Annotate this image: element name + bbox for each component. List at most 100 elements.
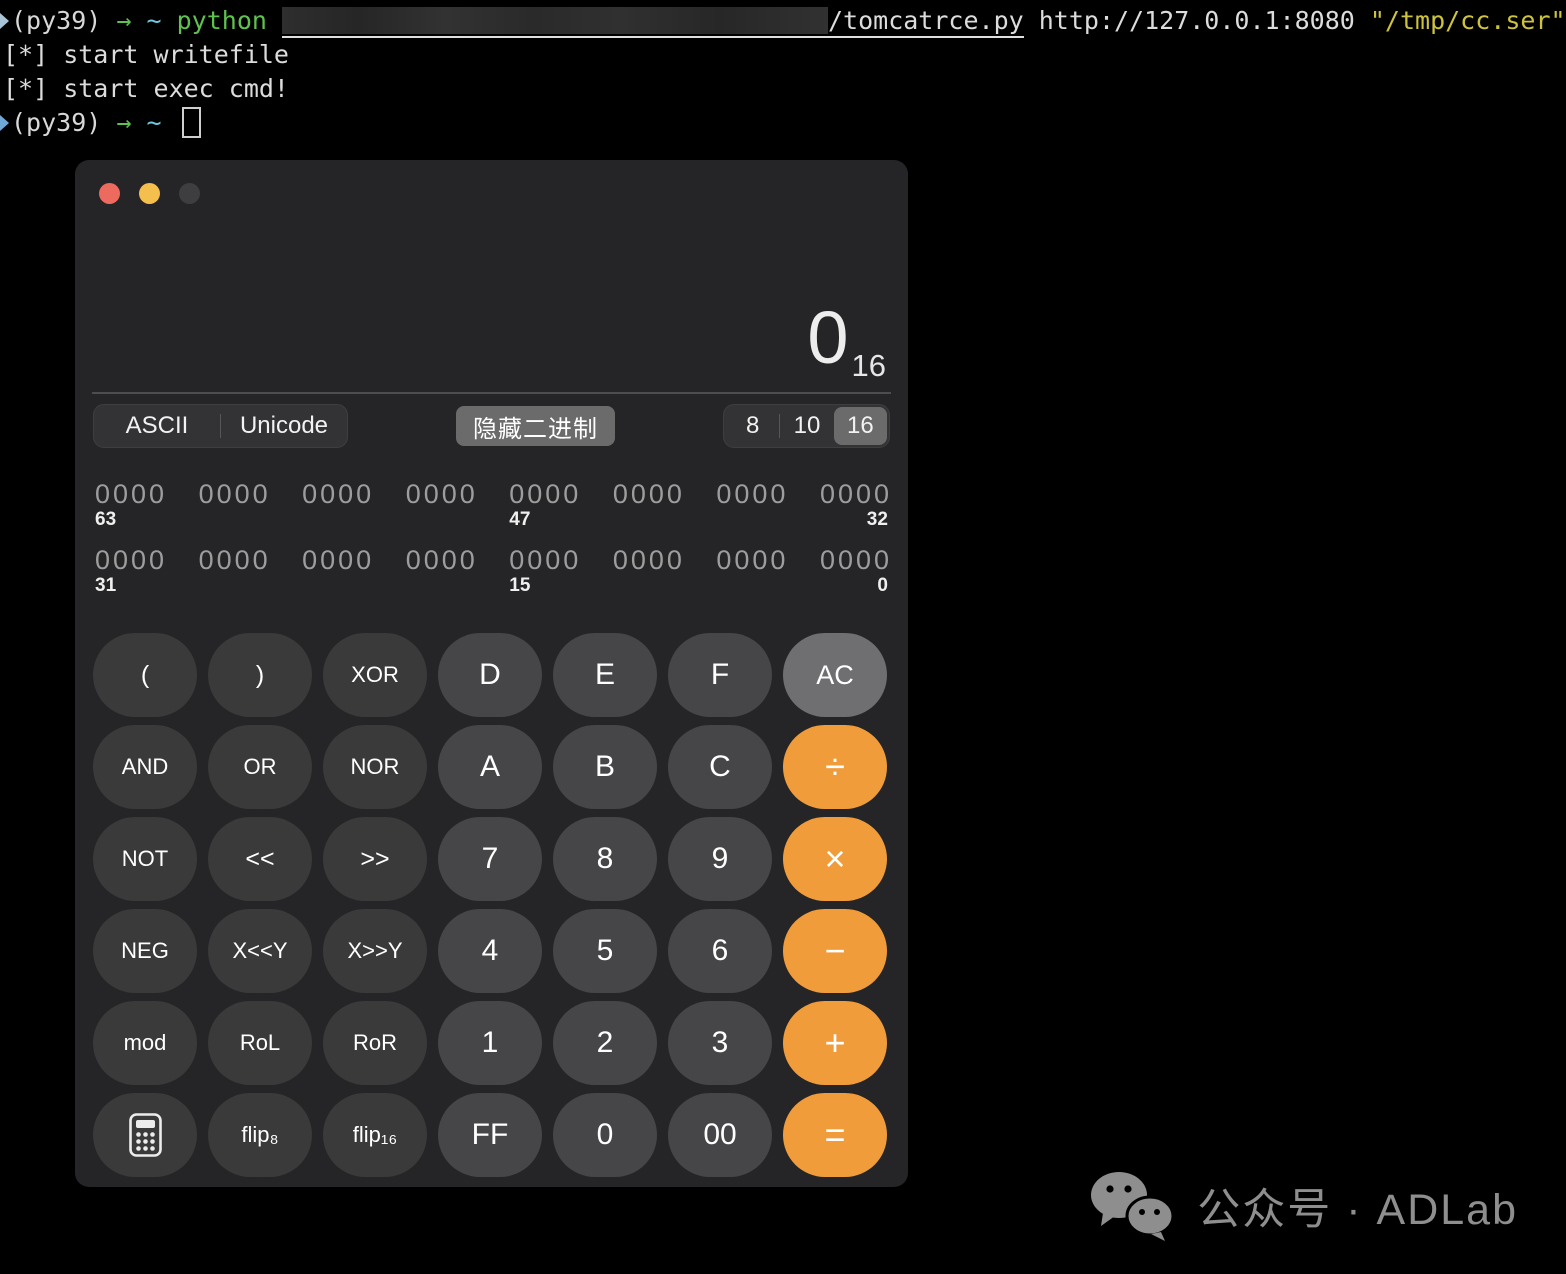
- key-mod[interactable]: mod: [93, 1001, 197, 1085]
- bit-index-label: [613, 509, 683, 533]
- key-shift-left[interactable]: <<: [208, 817, 312, 901]
- bit-digits[interactable]: 0000: [95, 546, 165, 574]
- bit-group: 0000: [302, 480, 372, 533]
- bit-index-label: [716, 509, 786, 533]
- key-4[interactable]: 4: [438, 909, 542, 993]
- base-10-button[interactable]: 10: [780, 412, 833, 440]
- key-rotate-left[interactable]: RoL: [208, 1001, 312, 1085]
- bit-index-label: [302, 575, 372, 599]
- key-all-clear[interactable]: AC: [783, 633, 887, 717]
- close-button[interactable]: [99, 183, 120, 204]
- key-6[interactable]: 6: [668, 909, 772, 993]
- key-hex-a[interactable]: A: [438, 725, 542, 809]
- bit-digits[interactable]: 0000: [302, 546, 372, 574]
- watermark-text: 公众号 · ADLab: [1197, 1186, 1518, 1234]
- bit-digits[interactable]: 0000: [95, 480, 165, 508]
- key-add[interactable]: +: [783, 1001, 887, 1085]
- bit-group: 0000: [406, 480, 476, 533]
- encoding-segment-control: ASCII Unicode: [93, 404, 348, 448]
- bit-digits[interactable]: 0000: [716, 546, 786, 574]
- minimize-button[interactable]: [139, 183, 160, 204]
- key-multiply[interactable]: ×: [783, 817, 887, 901]
- key-shift-right[interactable]: >>: [323, 817, 427, 901]
- bit-digits[interactable]: 0000: [199, 480, 269, 508]
- key-x-shift-right-y[interactable]: X>>Y: [323, 909, 427, 993]
- bit-group: 0000: [613, 546, 683, 599]
- bit-group: 0000: [613, 480, 683, 533]
- key-nor[interactable]: NOR: [323, 725, 427, 809]
- key-hex-b[interactable]: B: [553, 725, 657, 809]
- key-flip16[interactable]: flip₁₆: [323, 1093, 427, 1177]
- key-2[interactable]: 2: [553, 1001, 657, 1085]
- bit-digits[interactable]: 0000: [613, 546, 683, 574]
- base-segment-control: 8 10 16: [723, 404, 890, 448]
- key-ff[interactable]: FF: [438, 1093, 542, 1177]
- watermark: 公众号 · ADLab: [1089, 1170, 1518, 1242]
- bit-index-label: [302, 509, 372, 533]
- bit-group: 0000: [199, 546, 269, 599]
- bit-digits[interactable]: 0000: [716, 480, 786, 508]
- base-16-button-selected[interactable]: 16: [833, 407, 887, 445]
- unicode-button[interactable]: Unicode: [221, 412, 347, 440]
- key-00[interactable]: 00: [668, 1093, 772, 1177]
- key-open-paren[interactable]: (: [93, 633, 197, 717]
- bit-group: 0000 63: [95, 480, 165, 533]
- prompt-arrow-fragment-icon: [0, 115, 9, 131]
- bit-digits[interactable]: 0000: [820, 546, 890, 574]
- prompt-arrow-fragment-icon: [0, 13, 9, 29]
- bit-digits[interactable]: 0000: [406, 480, 476, 508]
- terminal-cursor[interactable]: [181, 106, 201, 138]
- key-subtract[interactable]: −: [783, 909, 887, 993]
- key-hex-c[interactable]: C: [668, 725, 772, 809]
- key-8[interactable]: 8: [553, 817, 657, 901]
- prompt-cwd: ~: [146, 6, 162, 35]
- bit-digits[interactable]: 0000: [199, 546, 269, 574]
- terminal-line-prompt: (py39) → ~: [0, 106, 1566, 140]
- key-xor[interactable]: XOR: [323, 633, 427, 717]
- key-9[interactable]: 9: [668, 817, 772, 901]
- key-hex-f[interactable]: F: [668, 633, 772, 717]
- display-radix: 16: [851, 348, 886, 383]
- zoom-button-disabled: [179, 183, 200, 204]
- bit-digits[interactable]: 0000: [509, 546, 579, 574]
- key-3[interactable]: 3: [668, 1001, 772, 1085]
- bit-group: 0000 0: [820, 546, 890, 599]
- venv-label: (py39): [11, 108, 102, 137]
- key-rotate-right[interactable]: RoR: [323, 1001, 427, 1085]
- key-not[interactable]: NOT: [93, 817, 197, 901]
- key-basic-calculator[interactable]: [93, 1093, 197, 1177]
- prompt-cwd: ~: [146, 108, 162, 137]
- key-1[interactable]: 1: [438, 1001, 542, 1085]
- bit-group: 0000 32: [820, 480, 890, 533]
- calculator-display: 016: [95, 293, 886, 383]
- bit-group: 0000: [406, 546, 476, 599]
- key-flip8[interactable]: flip₈: [208, 1093, 312, 1177]
- key-negate[interactable]: NEG: [93, 909, 197, 993]
- key-divide[interactable]: ÷: [783, 725, 887, 809]
- display-separator: [92, 392, 891, 394]
- bit-digits[interactable]: 0000: [406, 546, 476, 574]
- bit-index-label: 47: [509, 509, 531, 530]
- target-url: http://127.0.0.1:8080: [1038, 6, 1355, 35]
- ascii-button[interactable]: ASCII: [94, 412, 220, 440]
- key-0[interactable]: 0: [553, 1093, 657, 1177]
- calculator-window: 016 ASCII Unicode 隐藏二进制 8 10 16 0000 63 0…: [75, 160, 908, 1187]
- key-and[interactable]: AND: [93, 725, 197, 809]
- hide-binary-button[interactable]: 隐藏二进制: [456, 406, 615, 446]
- key-hex-d[interactable]: D: [438, 633, 542, 717]
- key-hex-e[interactable]: E: [553, 633, 657, 717]
- bit-digits[interactable]: 0000: [302, 480, 372, 508]
- key-5[interactable]: 5: [553, 909, 657, 993]
- binary-row-low: 0000 31 0000 0000 0000 0000 15 0000 0000 0…: [95, 546, 890, 599]
- bit-group: 0000: [716, 546, 786, 599]
- bit-digits[interactable]: 0000: [820, 480, 890, 508]
- bit-digits[interactable]: 0000: [613, 480, 683, 508]
- bit-index-label: [199, 509, 269, 533]
- key-close-paren[interactable]: ): [208, 633, 312, 717]
- bit-digits[interactable]: 0000: [509, 480, 579, 508]
- key-x-shift-left-y[interactable]: X<<Y: [208, 909, 312, 993]
- key-equals[interactable]: =: [783, 1093, 887, 1177]
- base-8-button[interactable]: 8: [726, 412, 779, 440]
- key-7[interactable]: 7: [438, 817, 542, 901]
- key-or[interactable]: OR: [208, 725, 312, 809]
